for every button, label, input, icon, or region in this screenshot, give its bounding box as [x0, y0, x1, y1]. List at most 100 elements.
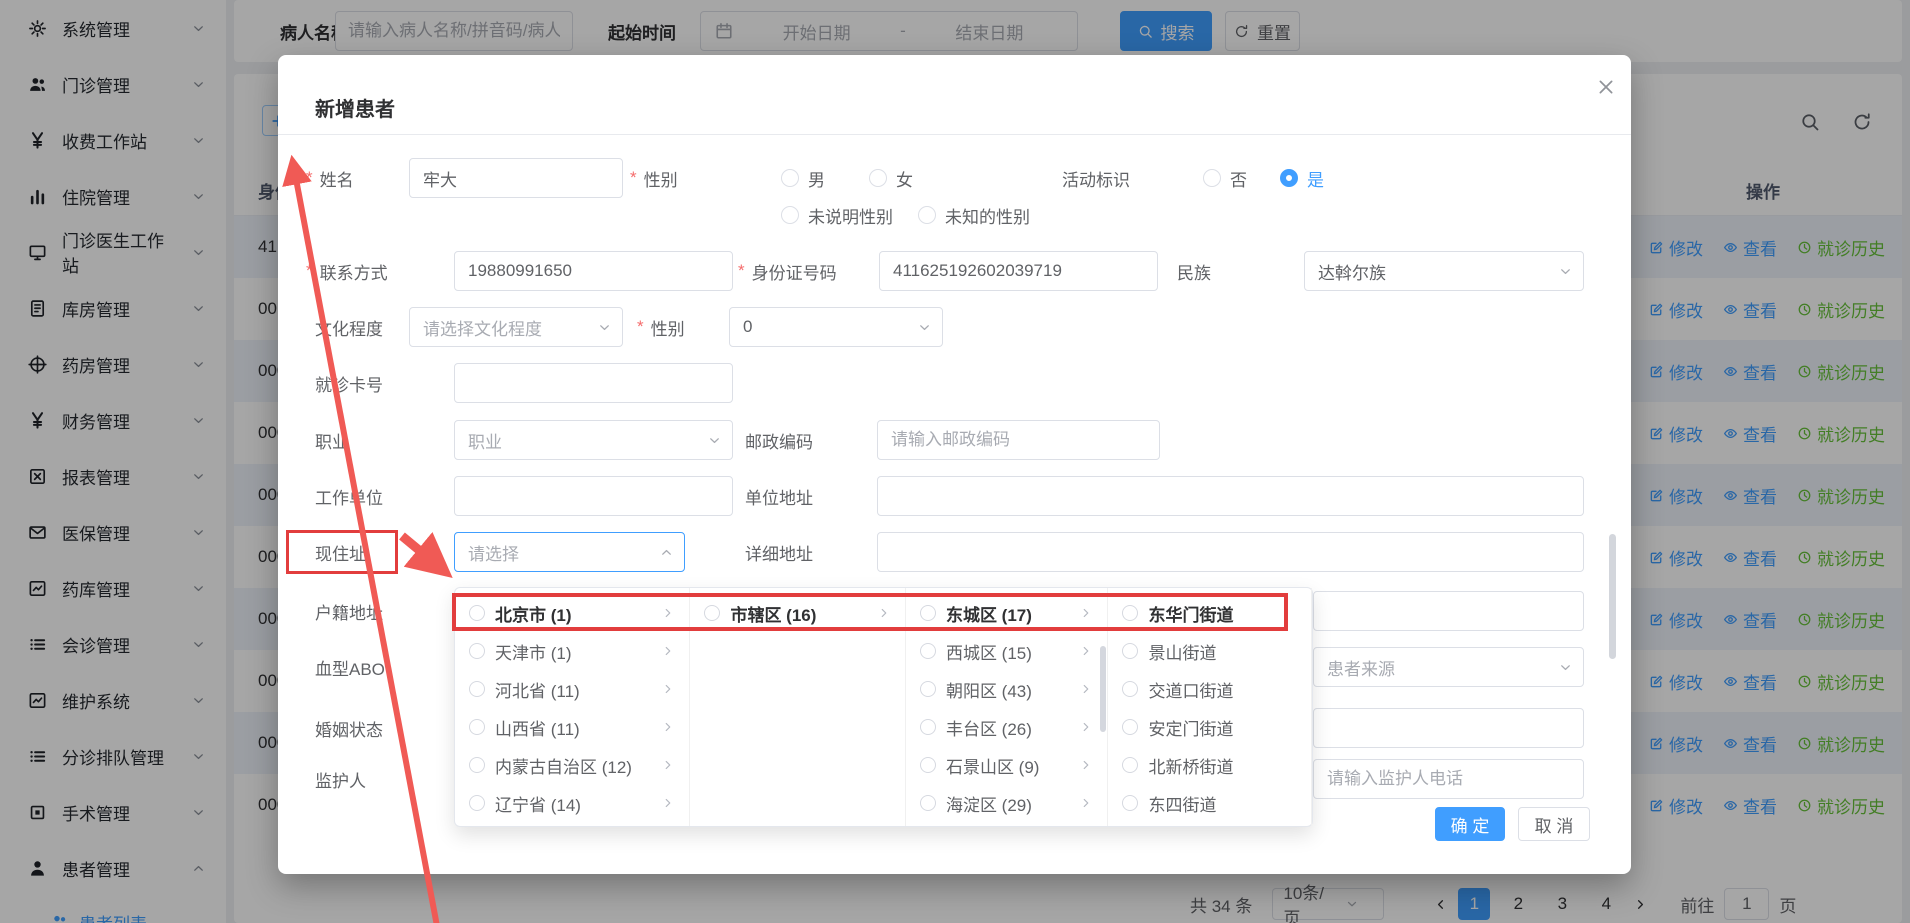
chevron-down-icon: [1558, 660, 1573, 675]
chevron-right-icon: [661, 682, 675, 696]
ethnicity-value: 达斡尔族: [1318, 259, 1552, 284]
cascader-option-tianjin[interactable]: 天津市 (1): [455, 632, 689, 670]
guardian-phone-input[interactable]: [1313, 759, 1584, 799]
employer-label: 工作单位: [315, 476, 383, 516]
radio-dot: [1122, 757, 1138, 773]
occupation-placeholder: 职业: [468, 428, 701, 453]
employer-input[interactable]: [454, 476, 733, 516]
radio-dot: [1122, 795, 1138, 811]
gender2-select[interactable]: 0: [729, 307, 943, 347]
radio-dot: [869, 169, 887, 187]
cascader-option-andingmen[interactable]: 安定门街道: [1108, 708, 1311, 746]
radio-label: 是: [1307, 166, 1324, 191]
confirm-button[interactable]: 确 定: [1435, 807, 1505, 841]
radio-no[interactable]: 否: [1203, 168, 1247, 188]
radio-dot: [781, 206, 799, 224]
card-no-input[interactable]: [454, 363, 733, 403]
cascader-option-neimenggu[interactable]: 内蒙古自治区 (12): [455, 746, 689, 784]
radio-label: 否: [1230, 166, 1247, 191]
cascader-option-shanxi[interactable]: 山西省 (11): [455, 708, 689, 746]
registered-detail-input[interactable]: [1313, 591, 1584, 631]
chevron-right-icon: [661, 796, 675, 810]
education-label: 文化程度: [315, 307, 383, 347]
annotation-box-cascader-row: [452, 593, 1288, 631]
radio-dot: [1122, 681, 1138, 697]
employer-addr-input[interactable]: [877, 476, 1584, 516]
chevron-up-icon: [659, 545, 674, 560]
modal-title: 新增患者: [315, 93, 395, 122]
radio-dot: [469, 757, 485, 773]
radio-dot: [1122, 643, 1138, 659]
cancel-button[interactable]: 取 消: [1518, 807, 1590, 841]
marital-right-input[interactable]: [1313, 708, 1584, 748]
chevron-right-icon: [1079, 796, 1093, 810]
radio-dot: [781, 169, 799, 187]
marital-status-label: 婚姻状态: [315, 708, 383, 748]
gender-label: 性别: [630, 158, 678, 198]
cascader-option-haidian[interactable]: 海淀区 (29): [906, 784, 1108, 822]
cascader-option-dongsi[interactable]: 东四街道: [1108, 784, 1311, 822]
chevron-right-icon: [661, 720, 675, 734]
id-number-label: 身份证号码: [738, 251, 837, 291]
radio-dot: [920, 681, 936, 697]
modal-scrollbar[interactable]: [1609, 534, 1616, 659]
name-label: 姓名: [306, 158, 354, 198]
chevron-right-icon: [661, 644, 675, 658]
radio-label: 未知的性别: [945, 203, 1030, 228]
radio-dot: [1280, 169, 1298, 187]
ethnicity-label: 民族: [1177, 251, 1211, 291]
chevron-right-icon: [1079, 720, 1093, 734]
education-select[interactable]: 请选择文化程度: [409, 307, 623, 347]
detail-addr-label: 详细地址: [745, 532, 813, 572]
radio-yes[interactable]: 是: [1280, 168, 1324, 188]
close-icon[interactable]: [1596, 77, 1616, 97]
chevron-right-icon: [1079, 682, 1093, 696]
radio-label: 女: [896, 166, 913, 191]
cascader-option-hebei[interactable]: 河北省 (11): [455, 670, 689, 708]
cascader-option-shijingshan[interactable]: 石景山区 (9): [906, 746, 1108, 784]
cascader-option-liaoning[interactable]: 辽宁省 (14): [455, 784, 689, 822]
radio-unknown-gender[interactable]: 未知的性别: [918, 205, 1030, 225]
education-placeholder: 请选择文化程度: [423, 315, 591, 340]
radio-female[interactable]: 女: [869, 168, 913, 188]
cascader-option-jingshan[interactable]: 景山街道: [1108, 632, 1311, 670]
cascader-option-jiaodaokou[interactable]: 交道口街道: [1108, 670, 1311, 708]
cascader-option-xicheng[interactable]: 西城区 (15): [906, 632, 1108, 670]
radio-dot: [469, 681, 485, 697]
name-input[interactable]: [409, 158, 623, 198]
occupation-label: 职业: [315, 420, 349, 460]
cascader-option-chaoyang[interactable]: 朝阳区 (43): [906, 670, 1108, 708]
radio-dot: [469, 795, 485, 811]
id-number-input[interactable]: [879, 251, 1158, 291]
add-patient-modal: 新增患者 姓名 性别 男 女 活动标识 否 是 未说明性别 未知的性别 联系方式…: [278, 55, 1631, 874]
postal-input[interactable]: [877, 420, 1160, 460]
cascader-option-fengtai[interactable]: 丰台区 (26): [906, 708, 1108, 746]
card-no-label: 就诊卡号: [315, 363, 383, 403]
occupation-select[interactable]: 职业: [454, 420, 733, 460]
radio-dot: [1203, 169, 1221, 187]
guardian-label: 监护人: [315, 759, 366, 799]
gender2-label: 性别: [637, 307, 685, 347]
radio-unstated-gender[interactable]: 未说明性别: [781, 205, 893, 225]
contact-input[interactable]: [454, 251, 733, 291]
radio-dot: [469, 643, 485, 659]
gender2-value: 0: [743, 317, 911, 337]
radio-dot: [920, 643, 936, 659]
chevron-down-icon: [1558, 264, 1573, 279]
radio-male[interactable]: 男: [781, 168, 825, 188]
detail-addr-input[interactable]: [877, 532, 1584, 572]
radio-dot: [920, 757, 936, 773]
patient-source-select[interactable]: 患者来源: [1313, 647, 1584, 687]
chevron-right-icon: [1079, 758, 1093, 772]
radio-dot: [469, 719, 485, 735]
current-address-cascader[interactable]: 请选择: [454, 532, 685, 572]
radio-label: 男: [808, 166, 825, 191]
active-flag-label: 活动标识: [1062, 158, 1130, 198]
chevron-right-icon: [1079, 644, 1093, 658]
cascader-scrollbar[interactable]: [1100, 646, 1106, 732]
cascader-option-beixinqiao[interactable]: 北新桥街道: [1108, 746, 1311, 784]
chevron-down-icon: [707, 433, 722, 448]
ethnicity-select[interactable]: 达斡尔族: [1304, 251, 1584, 291]
chevron-right-icon: [661, 758, 675, 772]
close-icon: [1596, 77, 1616, 97]
